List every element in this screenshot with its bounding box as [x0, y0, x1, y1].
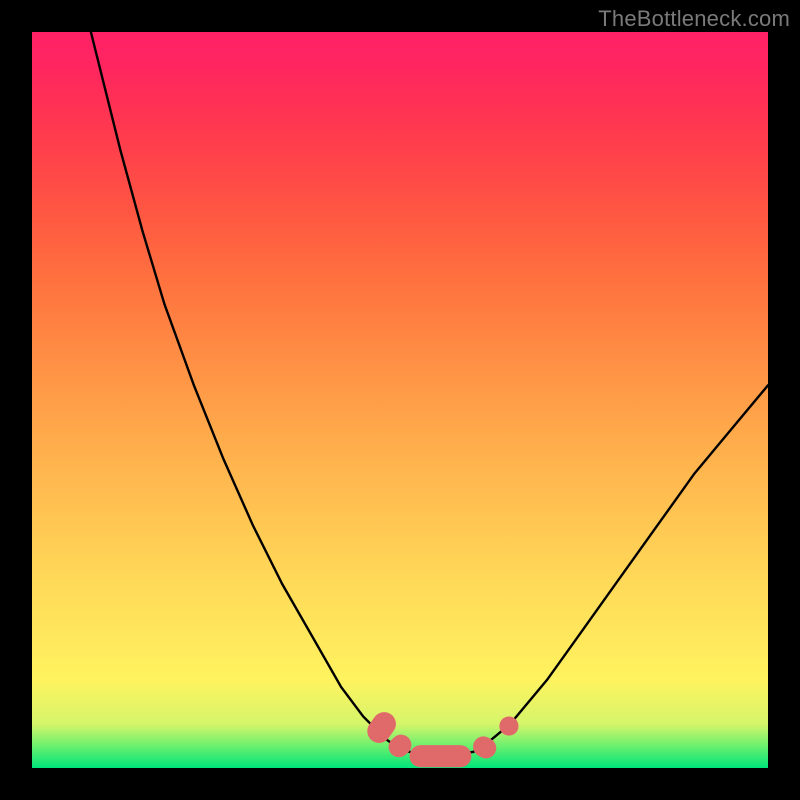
watermark-text: TheBottleneck.com [598, 6, 790, 32]
curve-layer [32, 32, 768, 768]
marker-dot [499, 716, 518, 735]
bottleneck-curve [91, 32, 768, 756]
plot-area [32, 32, 768, 768]
chart-frame: TheBottleneck.com [0, 0, 800, 800]
marker-pill [410, 745, 472, 767]
